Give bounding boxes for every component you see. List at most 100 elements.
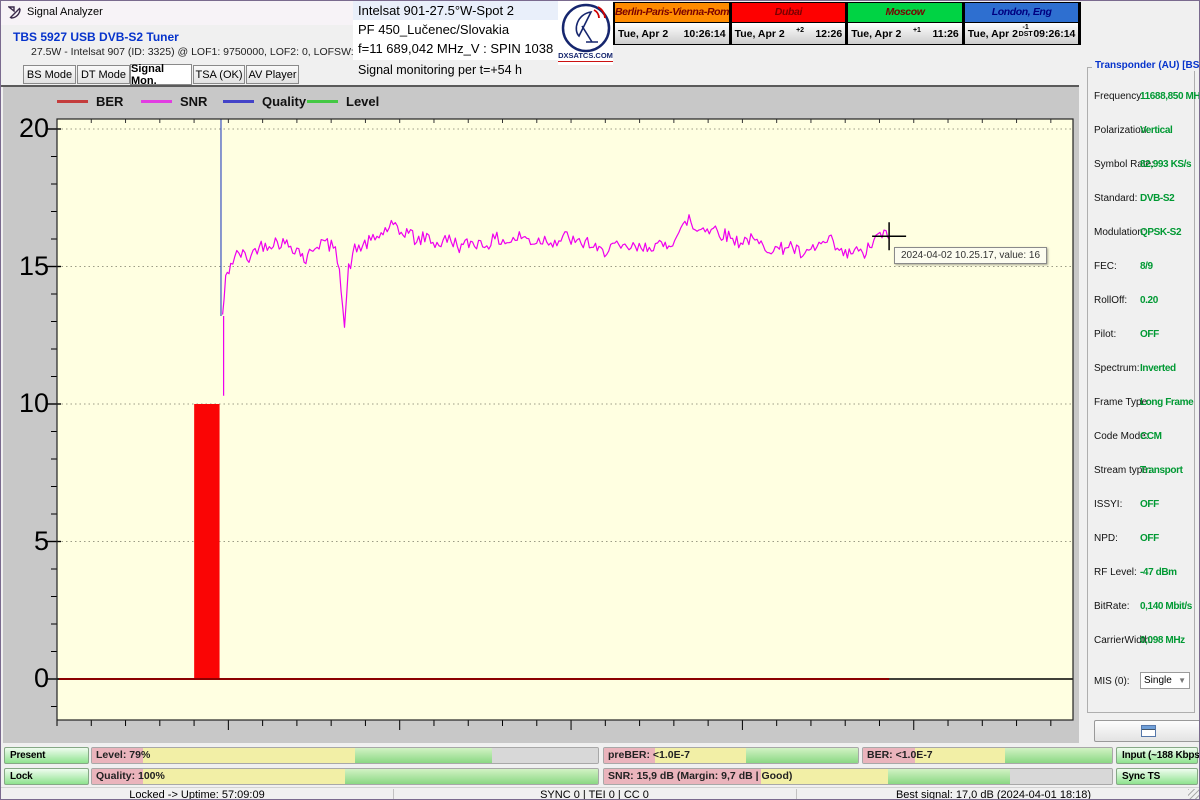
transponder-row-value: QPSK-S2	[1140, 227, 1181, 238]
meter-segment-yellow	[143, 748, 356, 763]
window-title: Signal Analyzer	[27, 6, 103, 18]
clock-dubai: DubaiTue, Apr 2+212:26	[730, 2, 847, 45]
signal-analyzer-window: Signal Analyzer TBS 5927 USB DVB-S2 Tune…	[0, 0, 1200, 800]
transponder-row-value: CCM	[1140, 431, 1162, 442]
chevron-down-icon: ▼	[1178, 676, 1186, 685]
clock-time: 10:26:14	[684, 28, 726, 40]
lock-badge: Lock	[4, 768, 89, 785]
meter-segment-green	[746, 748, 858, 763]
sync-status: SYNC 0 | TEI 0 | CC 0	[393, 788, 796, 800]
clock-city: Berlin-Paris-Vienna-Roma	[615, 3, 729, 23]
meter-segment-green	[1005, 748, 1112, 763]
mis-dropdown[interactable]: Single ▼	[1140, 672, 1190, 689]
clock-city: Dubai	[732, 3, 846, 23]
transponder-row-label: RF Level:	[1094, 567, 1137, 578]
mis-label: MIS (0):	[1094, 676, 1130, 687]
preber-meter: preBER: <1.0E-7	[603, 747, 859, 764]
tab-tsa[interactable]: TSA (OK)	[193, 65, 245, 84]
transponder-row-value: 0,098 MHz	[1140, 635, 1185, 646]
transponder-row-label: ISSYI:	[1094, 499, 1122, 510]
quality-meter: Quality: 100%	[91, 768, 599, 785]
transponder-row-label: Frequency:	[1094, 91, 1144, 102]
tab-bs-mode[interactable]: BS Mode	[23, 65, 76, 84]
clock-utc-offset: +2	[785, 27, 816, 34]
resize-grip[interactable]	[1188, 789, 1200, 800]
input-badge: Input (~188 Kbps)	[1116, 747, 1198, 764]
satellite-dish-icon	[560, 2, 612, 54]
clock-time: 12:26	[815, 28, 842, 40]
clock-time-row: Tue, Apr 2+111:26	[848, 23, 962, 44]
transponder-row-value: DVB-S2	[1140, 193, 1174, 204]
meter-segment-gray	[492, 748, 598, 763]
clock-date: Tue, Apr 2	[618, 28, 668, 40]
clock-time: 09:26:14	[1033, 28, 1075, 40]
sync-ts-badge: Sync TS	[1116, 768, 1198, 785]
transponder-sidebar: Transponder (AU) [BS] Frequency:11688,85…	[1081, 1, 1200, 746]
transponder-row-value: OFF	[1140, 533, 1159, 544]
transponder-row-label: Standard:	[1094, 193, 1137, 204]
signal-monitoring-plot[interactable]	[3, 87, 1079, 743]
best-signal-status: Best signal: 17,0 dB (2024-04-01 18:18)	[796, 788, 1191, 800]
meter-label: preBER: <1.0E-7	[608, 749, 690, 761]
chart-tool-button[interactable]	[1094, 720, 1200, 742]
transponder-row-value: 82,993 KS/s	[1140, 159, 1191, 170]
frequency-line: f=11 689,042 MHz_V : SPIN 1038	[353, 39, 558, 58]
transponder-row-value: 0.20	[1140, 295, 1158, 306]
status-bar: Locked -> Uptime: 57:09:09 SYNC 0 | TEI …	[1, 787, 1200, 800]
transponder-row-value: Transport	[1140, 465, 1183, 476]
transponder-row-label: Pilot:	[1094, 329, 1116, 340]
clock-date: Tue, Apr 2	[851, 28, 901, 40]
dxsatcs-logo: DXSATCS.COM	[558, 1, 613, 65]
clock-date: Tue, Apr 2	[968, 28, 1018, 40]
monitoring-label: Signal monitoring per t=+54 h	[358, 63, 522, 77]
clock-london-eng: London, EngTue, Apr 2-1DST09:26:14	[963, 2, 1080, 45]
clock-city: Moscow	[848, 3, 962, 23]
clock-time-row: Tue, Apr 2-1DST09:26:14	[965, 23, 1079, 44]
level-meter: Level: 79%	[91, 747, 599, 764]
app-icon	[8, 5, 23, 20]
snr-meter: SNR: 15,9 dB (Margin: 9,7 dB | Good)	[603, 768, 1113, 785]
tab-av-player[interactable]: AV Player	[246, 65, 299, 84]
chart-panel: BERSNRQualityLevel 05101520 2024-04-02 1…	[3, 87, 1079, 743]
tuner-detail: 27.5W - Intelsat 907 (ID: 3325) @ LOF1: …	[31, 46, 362, 58]
satellite-panel: Intelsat 901-27.5°W-Spot 2 PF 450_Lučene…	[353, 1, 558, 60]
receive-site: PF 450_Lučenec/Slovakia	[353, 20, 558, 39]
transponder-row-label: Spectrum:	[1094, 363, 1140, 374]
tuner-name: TBS 5927 USB DVB-S2 Tuner	[13, 30, 179, 44]
present-badge: Present	[4, 747, 89, 764]
transponder-row-value: Inverted	[1140, 363, 1176, 374]
meter-segment-green	[888, 769, 1010, 784]
transponder-title: Transponder (AU) [BS]	[1092, 60, 1200, 71]
transponder-row-value: OFF	[1140, 329, 1159, 340]
clock-time-row: Tue, Apr 2 10:26:14	[615, 23, 729, 44]
ber-meter: BER: <1.0E-7	[862, 747, 1113, 764]
meter-segment-green	[345, 769, 598, 784]
mis-value: Single	[1144, 675, 1172, 686]
transponder-row-value: -47 dBm	[1140, 567, 1177, 578]
meter-segment-yellow	[143, 769, 345, 784]
spectrum-window-icon	[1141, 725, 1156, 737]
tab-dt-mode[interactable]: DT Mode	[77, 65, 130, 84]
clock-time-row: Tue, Apr 2+212:26	[732, 23, 846, 44]
chart-tooltip: 2024-04-02 10.25.17, value: 16	[894, 247, 1047, 264]
clock-utc-offset: -1DST	[1018, 24, 1033, 38]
transponder-row-label: FEC:	[1094, 261, 1117, 272]
transponder-row-value: Vertical	[1140, 125, 1172, 136]
meter-label: SNR: 15,9 dB (Margin: 9,7 dB | Good)	[608, 770, 792, 782]
transponder-row-label: Modulation:	[1094, 227, 1146, 238]
meter-label: BER: <1.0E-7	[867, 749, 933, 761]
clock-date: Tue, Apr 2	[735, 28, 785, 40]
transponder-row-value: 11688,850 MHz	[1140, 91, 1200, 102]
dxsatcs-logo-text: DXSATCS.COM	[558, 51, 613, 62]
transponder-row-value: 0,140 Mbit/s	[1140, 601, 1192, 612]
transponder-row-value: OFF	[1140, 499, 1159, 510]
clock-berlin-paris-vienna-roma: Berlin-Paris-Vienna-Roma Tue, Apr 2 10:26:…	[613, 2, 730, 45]
uptime-status: Locked -> Uptime: 57:09:09	[1, 788, 393, 800]
satellite-name: Intelsat 901-27.5°W-Spot 2	[353, 1, 558, 20]
title-bar: Signal Analyzer	[1, 1, 353, 25]
meter-label: Quality: 100%	[96, 770, 165, 782]
transponder-row-value: 8/9	[1140, 261, 1153, 272]
meter-segment-green	[355, 748, 492, 763]
transponder-groupbox: Transponder (AU) [BS] Frequency:11688,85…	[1087, 67, 1195, 713]
tab-signal-mon[interactable]: Signal Mon.	[130, 64, 192, 85]
